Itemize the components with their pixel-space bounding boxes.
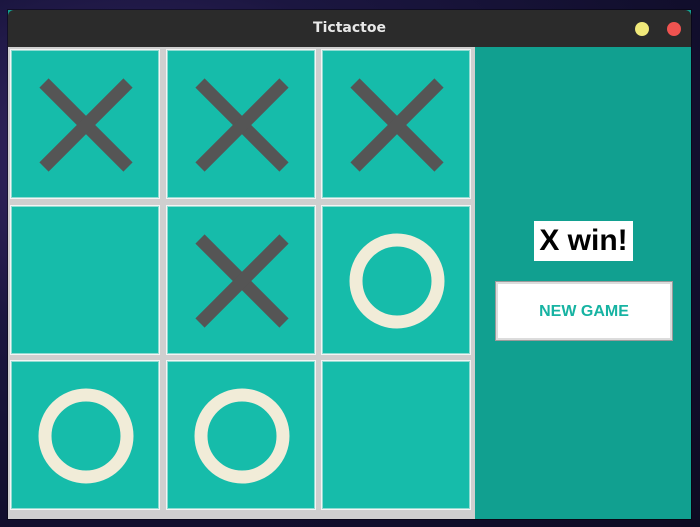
cell-r1-c3[interactable] <box>321 49 471 199</box>
o-mark-icon <box>194 388 289 484</box>
o-mark-icon <box>38 388 134 484</box>
cell-r2-c2[interactable] <box>165 204 316 355</box>
cell-r1-c2[interactable] <box>165 49 316 199</box>
title-bar[interactable]: Tictactoe <box>8 10 691 47</box>
new-game-button[interactable]: NEW GAME <box>495 281 673 341</box>
cell-r3-c1[interactable] <box>10 360 160 510</box>
close-button[interactable] <box>667 22 681 36</box>
cell-r2-c1[interactable] <box>10 204 160 355</box>
x-mark-icon <box>350 78 444 172</box>
game-window: Tictactoe X win! NEW GAME <box>8 10 691 519</box>
side-panel: X win! NEW GAME <box>475 47 691 519</box>
cell-r1-c1[interactable] <box>10 49 160 199</box>
cell-r3-c3[interactable] <box>321 360 471 510</box>
cell-r3-c2[interactable] <box>165 360 316 510</box>
o-mark-icon <box>349 233 445 328</box>
window-title: Tictactoe <box>313 20 386 36</box>
x-mark-icon <box>194 233 289 328</box>
x-mark-icon <box>39 78 133 172</box>
cell-r2-c3[interactable] <box>321 204 471 355</box>
status-label: X win! <box>534 221 633 261</box>
minimize-button[interactable] <box>635 22 649 36</box>
x-mark-icon <box>194 78 289 172</box>
game-board <box>8 47 475 519</box>
